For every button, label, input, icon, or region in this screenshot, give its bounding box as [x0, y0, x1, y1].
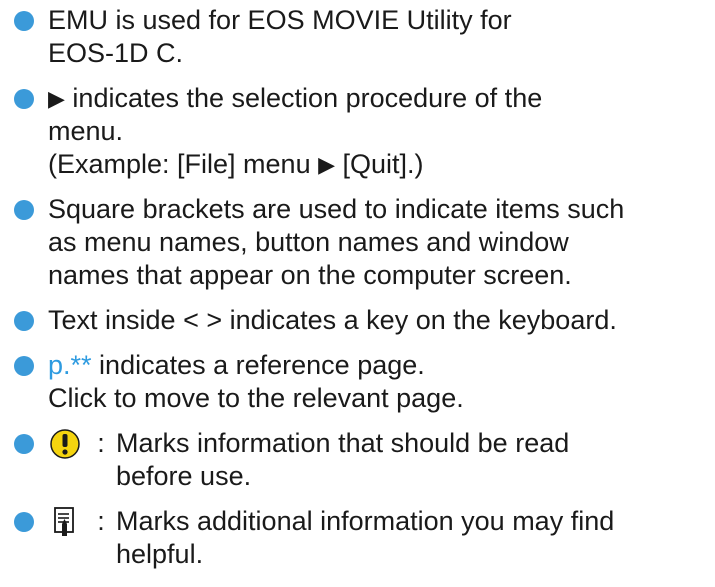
- text-line: helpful.: [116, 539, 204, 569]
- text-line: ▶ indicates the selection procedure of t…: [48, 82, 714, 115]
- bullet-icon: [14, 512, 34, 532]
- list-item: : Marks additional information you may f…: [14, 505, 714, 571]
- text-fragment: (Example: [File] menu: [48, 149, 319, 179]
- item-text: Marks information that should be read be…: [116, 427, 569, 493]
- memo-icon: [48, 505, 82, 539]
- colon-separator: :: [97, 428, 105, 458]
- list-item: Square brackets are used to indicate ite…: [14, 193, 714, 292]
- text-fragment: [Quit].): [335, 149, 424, 179]
- bullet-icon: [14, 356, 34, 376]
- arrow-icon: ▶: [48, 86, 65, 111]
- text-line: names that appear on the computer screen…: [48, 260, 572, 290]
- text-line: EMU is used for EOS MOVIE Utility for: [48, 5, 512, 35]
- text-line: as menu names, button names and window: [48, 227, 569, 257]
- list-item: ▶ indicates the selection procedure of t…: [14, 82, 714, 181]
- colon-separator: :: [97, 506, 105, 536]
- bullet-icon: [14, 11, 34, 31]
- text-fragment: indicates a reference page.: [91, 350, 425, 380]
- legend-list: EMU is used for EOS MOVIE Utility for EO…: [14, 4, 714, 583]
- list-item: : Marks information that should be read …: [14, 427, 714, 493]
- text-line: Text inside < > indicates a key on the k…: [48, 305, 617, 335]
- bullet-icon: [14, 434, 34, 454]
- text-line: before use.: [116, 461, 252, 491]
- text-line: menu.: [48, 116, 124, 146]
- caution-icon: [48, 427, 82, 461]
- text-line: Square brackets are used to indicate ite…: [48, 194, 625, 224]
- bullet-icon: [14, 311, 34, 331]
- bullet-icon: [14, 89, 34, 109]
- item-text: Marks additional information you may fin…: [116, 505, 614, 571]
- list-item: p.** indicates a reference page. Click t…: [14, 349, 714, 415]
- list-item: EMU is used for EOS MOVIE Utility for EO…: [14, 4, 714, 70]
- text-line: EOS-1D C.: [48, 38, 184, 68]
- text-line: (Example: [File] menu ▶ [Quit].): [48, 148, 714, 181]
- text-line: Marks additional information you may fin…: [116, 506, 615, 536]
- text-line: Click to move to the relevant page.: [48, 383, 464, 413]
- text-line: Marks information that should be read: [116, 428, 570, 458]
- text-line: p.** indicates a reference page.: [48, 349, 714, 382]
- list-item: Text inside < > indicates a key on the k…: [14, 304, 714, 337]
- reference-page-link[interactable]: p.**: [48, 350, 92, 380]
- bullet-icon: [14, 200, 34, 220]
- text-fragment: indicates the selection procedure of the: [64, 83, 543, 113]
- arrow-icon: ▶: [318, 152, 336, 177]
